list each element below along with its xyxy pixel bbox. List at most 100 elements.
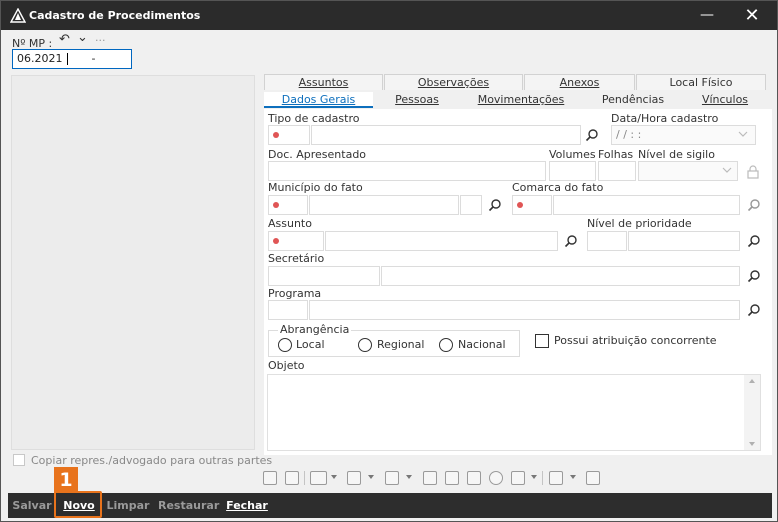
atribuicao-concorrente-label: Possui atribuição concorrente xyxy=(554,334,717,347)
folder-icon[interactable] xyxy=(310,471,327,485)
chevron-down-icon[interactable] xyxy=(531,475,537,479)
search-icon[interactable] xyxy=(747,303,761,317)
minimize-button[interactable]: — xyxy=(684,1,730,30)
programa-field[interactable] xyxy=(309,300,740,320)
app-logo-icon xyxy=(10,8,26,23)
action-toolbar xyxy=(259,471,619,489)
folhas-field[interactable] xyxy=(598,161,636,181)
search-icon[interactable] xyxy=(747,198,761,212)
secretario-field[interactable] xyxy=(381,266,740,286)
atribuicao-concorrente-checkbox[interactable] xyxy=(535,334,549,348)
radio-local[interactable] xyxy=(278,338,292,352)
programa-code-field[interactable] xyxy=(268,300,308,320)
lock-icon xyxy=(747,165,759,179)
chevron-down-icon[interactable] xyxy=(570,475,576,479)
tab-local-fisico[interactable]: Local Físico xyxy=(636,74,766,90)
search-icon[interactable] xyxy=(564,234,578,248)
toolbar-separator xyxy=(542,471,543,485)
tab-pendencias[interactable]: Pendências xyxy=(583,92,683,108)
chevron-down-icon[interactable] xyxy=(331,475,337,479)
restaurar-button[interactable]: Restaurar xyxy=(158,493,219,518)
chevron-down-icon[interactable] xyxy=(368,475,374,479)
export-icon[interactable] xyxy=(586,471,600,485)
procedimentos-window: Cadastro de Procedimentos — ✕ Nº MP : ↶ … xyxy=(0,0,778,522)
search-icon[interactable] xyxy=(488,198,502,212)
add-document-icon[interactable] xyxy=(263,471,277,485)
mp-number-input[interactable]: 06.2021 - xyxy=(12,49,132,69)
printer-icon[interactable] xyxy=(511,471,525,485)
scroll-up-icon[interactable] xyxy=(748,378,756,384)
step-badge: 1 xyxy=(54,467,78,493)
search-icon[interactable] xyxy=(585,128,599,142)
documents-icon[interactable] xyxy=(385,471,399,485)
chevron-down-icon[interactable] xyxy=(406,475,412,479)
tab-pessoas[interactable]: Pessoas xyxy=(375,92,459,108)
doc-apresentado-label: Doc. Apresentado xyxy=(268,148,367,161)
radio-nacional[interactable] xyxy=(439,338,453,352)
chevron-down-icon[interactable] xyxy=(722,167,732,174)
tipo-cadastro-label: Tipo de cadastro xyxy=(268,112,360,125)
attach-document-icon[interactable] xyxy=(467,471,481,485)
calendar-icon[interactable] xyxy=(549,471,563,485)
radio-regional[interactable] xyxy=(358,338,372,352)
toolbar-separator xyxy=(304,471,305,485)
data-hora-value: / / : : xyxy=(616,128,642,141)
abrangencia-label: Abrangência xyxy=(278,323,352,336)
hierarchy-icon[interactable] xyxy=(347,471,361,485)
parties-list-panel[interactable] xyxy=(11,75,255,450)
objeto-textarea[interactable] xyxy=(267,374,761,451)
salvar-button[interactable]: Salvar xyxy=(12,493,52,518)
limpar-button[interactable]: Limpar xyxy=(106,493,150,518)
data-hora-field[interactable]: / / : : xyxy=(611,125,756,145)
tipo-cadastro-field[interactable] xyxy=(311,125,581,145)
tab-movimentacoes[interactable]: Movimentações xyxy=(460,92,582,108)
data-hora-label: Data/Hora cadastro xyxy=(611,112,719,125)
secretario-label: Secretário xyxy=(268,252,325,265)
folhas-label: Folhas xyxy=(598,148,634,161)
radio-local-label: Local xyxy=(296,338,325,351)
chevron-down-icon[interactable]: ⌄ xyxy=(77,30,88,45)
chevron-down-icon[interactable] xyxy=(738,131,748,138)
tab-vinculos[interactable]: Vínculos xyxy=(684,92,766,108)
required-indicator xyxy=(273,202,279,208)
comarca-label: Comarca do fato xyxy=(512,181,604,194)
fechar-button[interactable]: Fechar xyxy=(226,493,268,518)
search-icon[interactable] xyxy=(747,269,761,283)
mp-number-suffix: - xyxy=(91,52,96,65)
programa-label: Programa xyxy=(268,287,322,300)
tab-observacoes[interactable]: Observações xyxy=(384,74,523,90)
assunto-field[interactable] xyxy=(325,231,558,251)
doc-apresentado-field[interactable] xyxy=(268,161,546,181)
volumes-label: Volumes xyxy=(549,148,596,161)
bottom-action-bar: Salvar Novo Limpar Restaurar Fechar xyxy=(8,493,772,518)
window-title: Cadastro de Procedimentos xyxy=(29,9,201,22)
objeto-scrollbar[interactable] xyxy=(744,375,760,450)
title-bar: Cadastro de Procedimentos — ✕ xyxy=(1,1,777,30)
text-caret xyxy=(67,53,68,65)
volumes-field[interactable] xyxy=(549,161,596,181)
edit-document-icon[interactable] xyxy=(445,471,459,485)
nivel-prioridade-label: Nível de prioridade xyxy=(587,217,692,230)
municipio-uf-field[interactable] xyxy=(460,195,482,215)
nivel-sigilo-label: Nível de sigilo xyxy=(638,148,715,161)
search-icon[interactable] xyxy=(747,234,761,248)
copy-representative-checkbox[interactable] xyxy=(13,454,25,466)
municipio-field[interactable] xyxy=(309,195,459,215)
tab-anexos[interactable]: Anexos xyxy=(524,74,635,90)
print-document-icon[interactable] xyxy=(423,471,437,485)
prioridade-code-field[interactable] xyxy=(587,231,627,251)
close-button[interactable]: ✕ xyxy=(729,1,775,30)
undo-icon[interactable]: ↶ xyxy=(59,32,70,47)
scroll-down-icon[interactable] xyxy=(748,441,756,447)
prioridade-field[interactable] xyxy=(628,231,740,251)
mp-number-value: 06.2021 xyxy=(17,52,63,65)
tab-assuntos[interactable]: Assuntos xyxy=(264,74,383,90)
more-icon[interactable]: ··· xyxy=(95,34,106,47)
required-indicator xyxy=(273,238,279,244)
secretario-code-field[interactable] xyxy=(268,266,380,286)
copy-representative-label: Copiar repres./advogado para outras part… xyxy=(31,454,273,467)
copy-document-icon[interactable] xyxy=(285,471,299,485)
comarca-field[interactable] xyxy=(553,195,740,215)
phone-icon[interactable] xyxy=(489,471,503,485)
tab-dados-gerais[interactable]: Dados Gerais xyxy=(264,92,373,108)
